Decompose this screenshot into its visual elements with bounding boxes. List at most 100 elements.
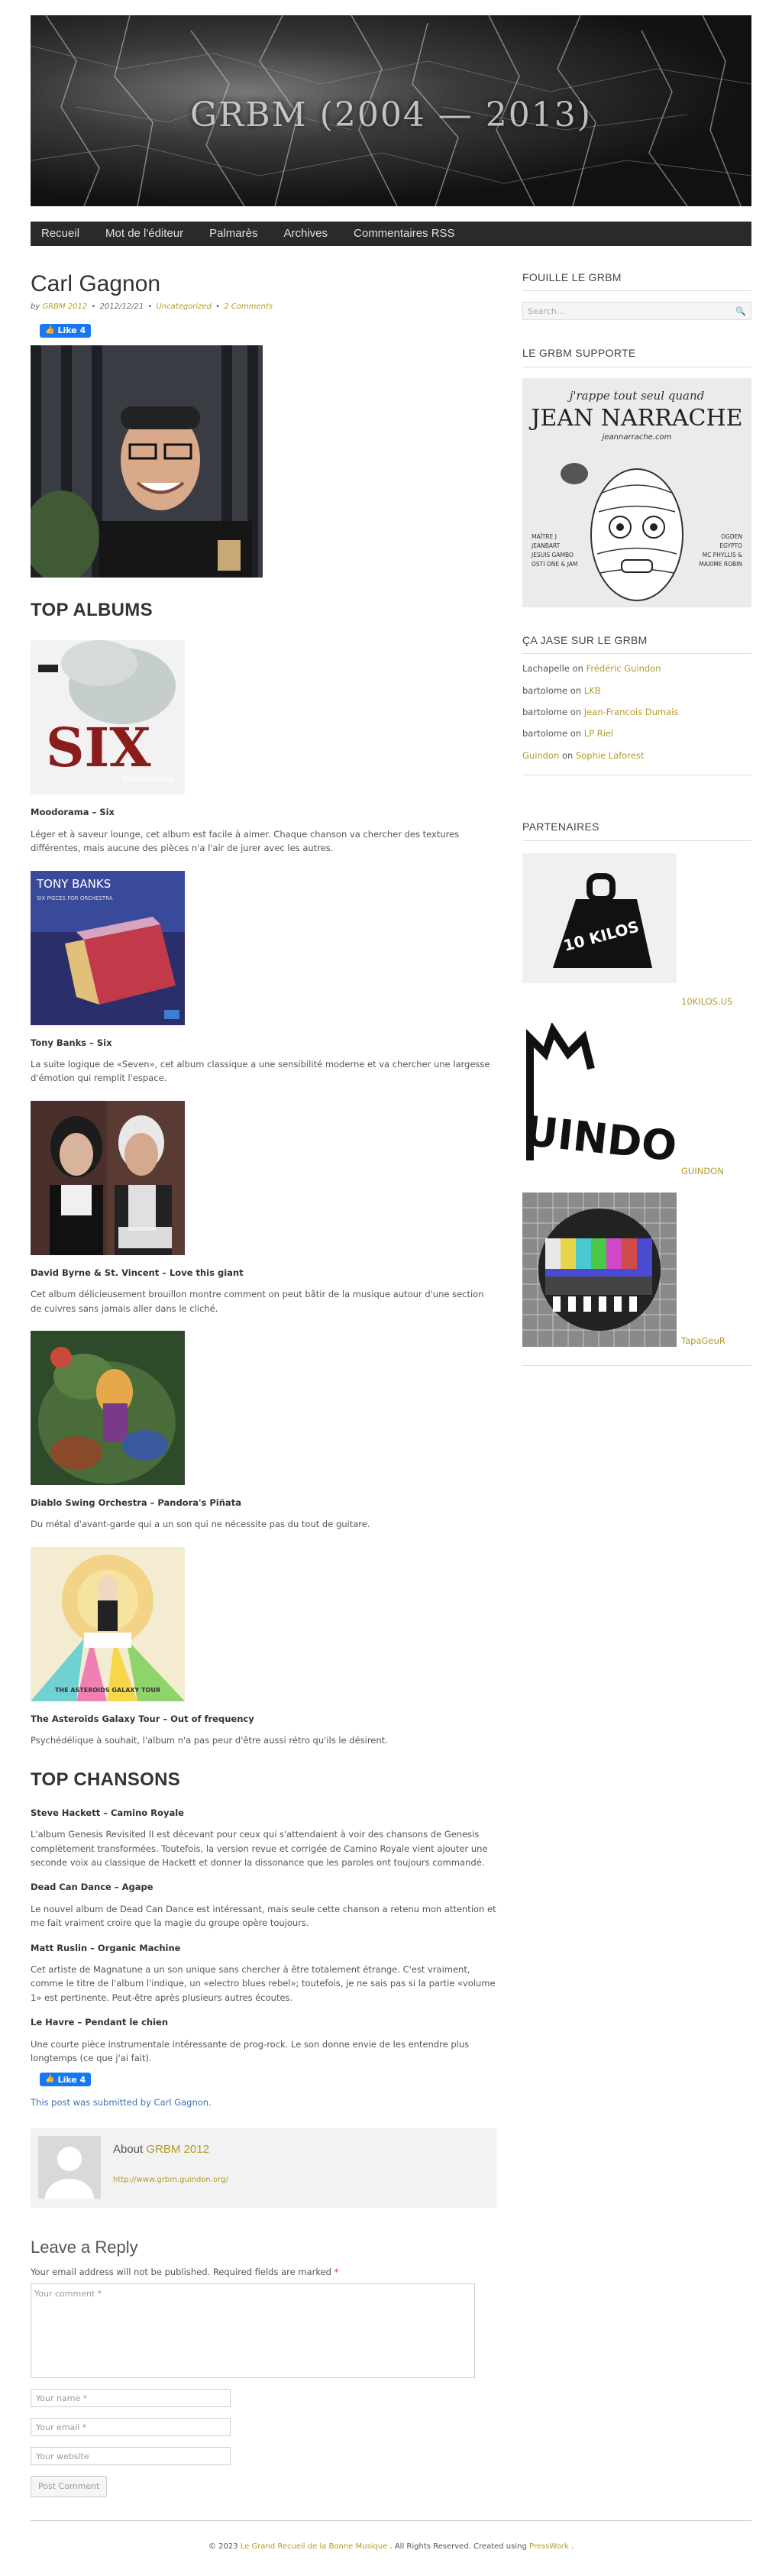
partner-tapageur: TapaGeuR [522,1192,751,1348]
comment-author: bartolome [522,706,568,717]
nav-rss[interactable]: Commentaires RSS [354,225,455,243]
comment-post-link[interactable]: Jean-Francois Dumais [584,707,679,717]
poster-line1: j'rappe tout seul quand [567,389,705,403]
avatar [38,2135,101,2199]
tony-banks-subtitle: SIX PIECES FOR ORCHESTRA [37,895,113,901]
recent-comments-title: ÇA JASE SUR LE GRBM [522,632,751,655]
comment-on: on [570,706,582,717]
meta-category-link[interactable]: Uncategorized [156,303,211,311]
comment-on: on [570,728,582,739]
poster-left-1: MAÎTRE J [532,533,557,540]
nav-mot-editeur[interactable]: Mot de l'éditeur [105,225,183,243]
author-about: About GRBM 2012 [113,2141,228,2159]
poster-right-2: EGYPTO [719,542,742,549]
comment-post-link[interactable]: Sophie Laforest [576,750,644,761]
partner-10kilos-logo[interactable]: 10 KILOS [522,853,677,1008]
song-item: Le Havre – Pendant le chien Une courte p… [31,2015,496,2065]
nav-archives[interactable]: Archives [283,225,328,243]
poster-left-4: OSTI ONE & JAM [532,561,577,568]
top-albums-heading: TOP ALBUMS [31,600,153,620]
album-item: Diablo Swing Orchestra – Pandora's Piñat… [31,1330,496,1532]
footer-end: . [570,2542,574,2551]
comment-on: on [570,684,582,696]
author-url-link[interactable]: http://www.grbm.guindon.org/ [113,2176,228,2184]
supporte-widget-title: LE GRBM SUPPORTE [522,345,751,367]
jean-narrache-poster[interactable]: j'rappe tout seul quand JEAN NARRACHE je… [522,377,751,607]
partner-tapageur-link[interactable]: TapaGeuR [681,1334,725,1348]
partner-guindon-link[interactable]: GUINDON [681,1164,724,1178]
comment-author-link[interactable]: Guindon [522,750,559,761]
footer-copyright: © 2023 [208,2542,238,2551]
comment-post-link[interactable]: LP Riel [584,728,613,739]
partner-guindon-logo[interactable]: GUINDON [522,1022,677,1177]
album-title: Moodorama – Six [31,807,115,818]
meta-by: by [31,303,40,311]
album-description: La suite logique de «Seven», cet album c… [31,1058,490,1084]
post-comment-button[interactable]: Post Comment [31,2476,108,2497]
song-title: Le Havre – Pendant le chien [31,2017,169,2028]
site-header-banner[interactable]: GRBM (2004 — 2013) [31,15,751,206]
partners-widget: PARTENAIRES 10 KILOS 10KILOS.US GUINDON … [522,818,751,1366]
nav-recueil[interactable]: Recueil [41,225,79,243]
album-item: THE ASTEROIDS GALAXY TOUR The Asteroids … [31,1546,496,1748]
comment-textarea[interactable]: Your comment * [31,2283,475,2379]
meta-author-link[interactable]: GRBM 2012 [42,303,87,311]
album-description: Léger et à saveur lounge, cet album est … [31,828,460,854]
facebook-like-button[interactable]: 👍 Like 4 [40,324,92,338]
search-placeholder: Search... [528,306,565,317]
search-widget: FOUILLE LE GRBM Search... 🔍 [522,269,751,321]
reply-note: Your email address will not be published… [31,2265,496,2279]
submitted-by-text: This post was submitted by Carl Gagnon. [31,2097,212,2108]
footer-theme-link[interactable]: PressWork [529,2542,569,2551]
partner-tapageur-logo[interactable] [522,1192,677,1347]
album-cover-byrne-st-vincent [31,1100,185,1255]
song-title: Steve Hackett – Camino Royale [31,1807,184,1818]
album-cover-asteroids-galaxy-tour: THE ASTEROIDS GALAXY TOUR [31,1546,185,1701]
thumbs-up-icon: 👍 [45,326,55,335]
supporte-widget: LE GRBM SUPPORTE j'rappe tout seul quand… [522,345,751,607]
email-field[interactable]: Your email * [31,2418,231,2437]
nav-palmares[interactable]: Palmarès [209,225,257,243]
website-field[interactable]: Your website [31,2447,231,2466]
poster-line2: JEAN NARRACHE [528,405,742,432]
poster-right-3: MC PHYLLIS & [703,552,743,558]
meta-separator: • [215,303,221,311]
comment-author: bartolome [522,728,568,739]
album-description: Cet album délicieusement brouillon montr… [31,1289,484,1314]
required-marker: * [334,2266,339,2277]
top-songs-heading: TOP CHANSONS [31,1769,181,1791]
footer-site-link[interactable]: Le Grand Recueil de la Bonne Musique [241,2542,388,2551]
comment-post-link[interactable]: LKB [584,685,601,696]
comment-post-link[interactable]: Frédéric Guindon [586,663,661,674]
song-item: Matt Ruslin – Organic Machine Cet artist… [31,1941,496,2005]
site-title[interactable]: GRBM (2004 — 2013) [31,89,751,142]
album-cover-tony-banks: TONY BANKS SIX PIECES FOR ORCHESTRA [31,870,185,1025]
album-description: Du métal d'avant-garde qui a un son qui … [31,1519,370,1530]
song-description: Le nouvel album de Dead Can Dance est in… [31,1903,496,1929]
recent-comments-widget: ÇA JASE SUR LE GRBM Lachapelle on Frédér… [522,632,751,776]
partner-10kilos-link[interactable]: 10KILOS.US [681,995,732,1008]
recent-comment: bartolome on LKB [522,684,751,697]
author-name-link[interactable]: GRBM 2012 [146,2143,209,2156]
recent-comment: bartolome on Jean-Francois Dumais [522,705,751,719]
post-meta: by GRBM 2012 • 2012/12/21 • Uncategorize… [31,301,496,313]
song-title: Matt Ruslin – Organic Machine [31,1942,181,1953]
meta-comments-link[interactable]: 2 Comments [224,303,273,311]
author-portrait-image [31,345,263,578]
search-icon[interactable]: 🔍 [735,305,746,319]
poster-left-2: JEANBART [531,542,561,549]
meta-separator: • [147,303,153,311]
partner-10kilos: 10 KILOS 10KILOS.US [522,853,751,1008]
song-item: Steve Hackett – Camino Royale L'album Ge… [31,1806,496,1870]
partners-title: PARTENAIRES [522,818,751,841]
comment-author: bartolome [522,684,568,696]
facebook-like-button-bottom[interactable]: 👍 Like 4 [40,2073,92,2087]
author-box: About GRBM 2012 http://www.grbm.guindon.… [31,2128,496,2208]
sidebar: FOUILLE LE GRBM Search... 🔍 LE GRBM SUPP… [522,269,751,1390]
thumbs-up-icon: 👍 [45,2075,55,2084]
main-content: Carl Gagnon by GRBM 2012 • 2012/12/21 • … [31,269,496,2497]
name-field[interactable]: Your name * [31,2389,231,2408]
search-input[interactable]: Search... 🔍 [522,302,751,321]
post-title: Carl Gagnon [31,271,161,296]
song-description: L'album Genesis Revisited II est décevan… [31,1829,488,1869]
